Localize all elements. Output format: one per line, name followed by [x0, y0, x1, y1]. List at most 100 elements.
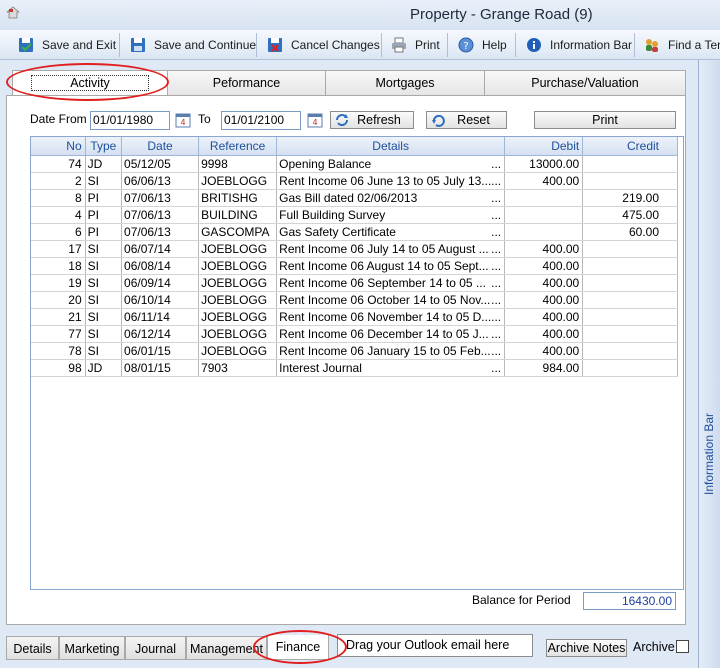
details-ellipsis-button[interactable]: ... — [491, 275, 501, 291]
details-ellipsis-button[interactable]: ... — [491, 190, 501, 206]
tab-marketing[interactable]: Marketing — [59, 636, 125, 660]
table-row[interactable]: 6 PI 07/06/13 GASCOMPA Gas Safety Certificat… — [31, 223, 678, 240]
cell-credit — [583, 155, 678, 172]
cell-reference: JOEBLOGG — [199, 308, 277, 325]
reset-button[interactable]: Reset — [426, 111, 507, 129]
column-header-no[interactable]: No — [31, 137, 85, 155]
date-from-input[interactable]: 01/01/1980 — [90, 111, 170, 130]
details-ellipsis-button[interactable]: ... — [491, 241, 501, 257]
archive-notes-button[interactable]: Archive Notes — [546, 639, 627, 657]
calendar-icon[interactable]: 4 — [175, 112, 191, 128]
toolbar-separator — [515, 33, 516, 57]
information-bar-panel[interactable]: Information Bar — [698, 60, 720, 668]
title-bar: Property - Grange Road (9) — [0, 0, 720, 30]
save-and-continue-button[interactable]: Save and Continue — [126, 33, 256, 57]
cell-details: Rent Income 06 December 14 to 05 J...... — [277, 325, 505, 342]
outlook-drop-zone[interactable]: Drag your Outlook email here — [337, 634, 533, 657]
save-icon — [130, 37, 146, 53]
table-row[interactable]: 17 SI 06/07/14 JOEBLOGG Rent Income 06 July … — [31, 240, 678, 257]
tab-performance[interactable]: Peformance — [167, 70, 326, 96]
tab-mortgages[interactable]: Mortgages — [325, 70, 485, 96]
table-row[interactable]: 77 SI 06/12/14 JOEBLOGG Rent Income 06 Decem… — [31, 325, 678, 342]
column-header-details[interactable]: Details — [277, 137, 505, 155]
cell-reference: JOEBLOGG — [199, 240, 277, 257]
column-header-date[interactable]: Date — [122, 137, 199, 155]
table-row[interactable]: 20 SI 06/10/14 JOEBLOGG Rent Income 06 Octob… — [31, 291, 678, 308]
cell-details: Rent Income 06 November 14 to 05 D...... — [277, 308, 505, 325]
cell-details: Interest Journal... — [277, 359, 505, 376]
svg-text:4: 4 — [180, 118, 185, 127]
cell-date: 06/12/14 — [122, 325, 199, 342]
find-tenant-button[interactable]: Find a Ten — [640, 33, 720, 57]
archive-checkbox[interactable] — [676, 640, 689, 653]
cell-credit — [583, 274, 678, 291]
details-ellipsis-button[interactable]: ... — [491, 360, 501, 376]
tab-activity[interactable]: Activity — [12, 70, 168, 97]
table-row[interactable]: 4 PI 07/06/13 BUILDING Full Building Survey.… — [31, 206, 678, 223]
transactions-table: No Type Date Reference Details Debit Cre… — [31, 137, 678, 377]
details-ellipsis-button[interactable]: ... — [491, 258, 501, 274]
table-row[interactable]: 78 SI 06/01/15 JOEBLOGG Rent Income 06 Janua… — [31, 342, 678, 359]
print-toolbar-button[interactable]: Print — [387, 33, 440, 57]
cell-date: 07/06/13 — [122, 223, 199, 240]
details-ellipsis-button[interactable]: ... — [491, 326, 501, 342]
cell-type: SI — [85, 274, 121, 291]
cell-type: SI — [85, 257, 121, 274]
details-ellipsis-button[interactable]: ... — [491, 173, 501, 189]
date-to-input[interactable]: 01/01/2100 — [221, 111, 301, 130]
find-tenant-label: Find a Ten — [668, 38, 720, 52]
cell-no: 19 — [31, 274, 85, 291]
toolbar-separator — [634, 33, 635, 57]
column-header-credit[interactable]: Credit — [583, 137, 678, 155]
cell-credit: 219.00 — [583, 189, 678, 206]
cell-details: Gas Safety Certificate... — [277, 223, 505, 240]
details-ellipsis-button[interactable]: ... — [491, 156, 501, 172]
column-header-type[interactable]: Type — [85, 137, 121, 155]
information-bar-button[interactable]: Information Bar — [522, 33, 632, 57]
details-text: Rent Income 06 November 14 to 05 D... — [279, 310, 491, 324]
details-ellipsis-button[interactable]: ... — [491, 207, 501, 223]
tab-finance[interactable]: Finance — [267, 635, 329, 660]
column-header-reference[interactable]: Reference — [199, 137, 277, 155]
archive-label: Archive — [633, 640, 675, 654]
help-button[interactable]: ? Help — [454, 33, 507, 57]
information-bar-label: Information Bar — [550, 38, 632, 52]
refresh-button[interactable]: Refresh — [330, 111, 414, 129]
table-row[interactable]: 98 JD 08/01/15 7903 Interest Journal... 984.0… — [31, 359, 678, 376]
tab-purchase-valuation[interactable]: Purchase/Valuation — [484, 70, 686, 96]
cell-no: 6 — [31, 223, 85, 240]
cell-details: Rent Income 06 September 14 to 05 ...... — [277, 274, 505, 291]
toolbar: Save and Exit Save and Continue Cancel C… — [0, 30, 720, 60]
details-ellipsis-button[interactable]: ... — [491, 292, 501, 308]
table-row[interactable]: 18 SI 06/08/14 JOEBLOGG Rent Income 06 Augus… — [31, 257, 678, 274]
cell-details: Rent Income 06 July 14 to 05 August ....… — [277, 240, 505, 257]
table-row[interactable]: 21 SI 06/11/14 JOEBLOGG Rent Income 06 Novem… — [31, 308, 678, 325]
cell-debit — [505, 206, 583, 223]
table-row[interactable]: 19 SI 06/09/14 JOEBLOGG Rent Income 06 Septe… — [31, 274, 678, 291]
column-header-debit[interactable]: Debit — [505, 137, 583, 155]
table-row[interactable]: 74 JD 05/12/05 9998 Opening Balance... 13000.… — [31, 155, 678, 172]
details-text: Rent Income 06 December 14 to 05 J... — [279, 327, 488, 341]
details-ellipsis-button[interactable]: ... — [491, 224, 501, 240]
cell-type: JD — [85, 359, 121, 376]
cell-credit — [583, 342, 678, 359]
app-house-icon — [6, 6, 20, 20]
tab-journal[interactable]: Journal — [125, 636, 186, 660]
details-text: Opening Balance — [279, 157, 371, 171]
details-ellipsis-button[interactable]: ... — [491, 343, 501, 359]
cancel-changes-button[interactable]: Cancel Changes — [263, 33, 380, 57]
cell-type: SI — [85, 240, 121, 257]
table-row[interactable]: 2 SI 06/06/13 JOEBLOGG Rent Income 06 June 1… — [31, 172, 678, 189]
tab-details[interactable]: Details — [6, 636, 59, 660]
table-row[interactable]: 8 PI 07/06/13 BRITISHG Gas Bill dated 02/06/… — [31, 189, 678, 206]
tab-management[interactable]: Management — [186, 636, 267, 660]
save-and-exit-button[interactable]: Save and Exit — [14, 33, 116, 57]
details-ellipsis-button[interactable]: ... — [491, 309, 501, 325]
print-list-label: Print — [592, 113, 618, 127]
cell-no: 21 — [31, 308, 85, 325]
details-text: Gas Safety Certificate — [279, 225, 396, 239]
calendar-icon[interactable]: 4 — [307, 112, 323, 128]
print-list-button[interactable]: Print — [534, 111, 676, 129]
cell-no: 17 — [31, 240, 85, 257]
cell-no: 77 — [31, 325, 85, 342]
